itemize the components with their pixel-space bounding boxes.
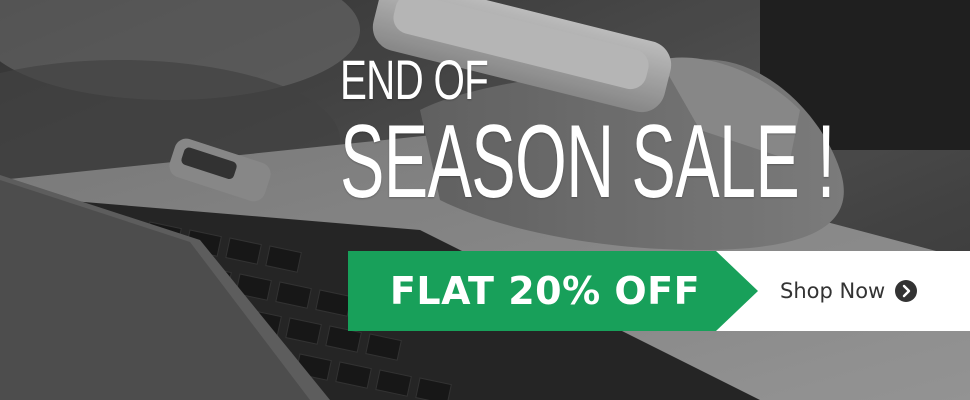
shop-now-button[interactable]: Shop Now	[780, 251, 918, 331]
offer-text: FLAT 20% OFF	[389, 269, 701, 313]
sale-banner[interactable]: END OF SEASON SALE ! FLAT 20% OFF Shop N…	[0, 0, 970, 400]
headline-line-2: SEASON SALE !	[340, 104, 835, 220]
headline-line-1: END OF	[340, 48, 489, 111]
promo-strip: FLAT 20% OFF Shop Now	[348, 251, 970, 331]
chevron-right-circle-icon	[895, 280, 918, 302]
headline: END OF SEASON SALE !	[340, 48, 970, 220]
shop-now-label: Shop Now	[780, 279, 886, 303]
